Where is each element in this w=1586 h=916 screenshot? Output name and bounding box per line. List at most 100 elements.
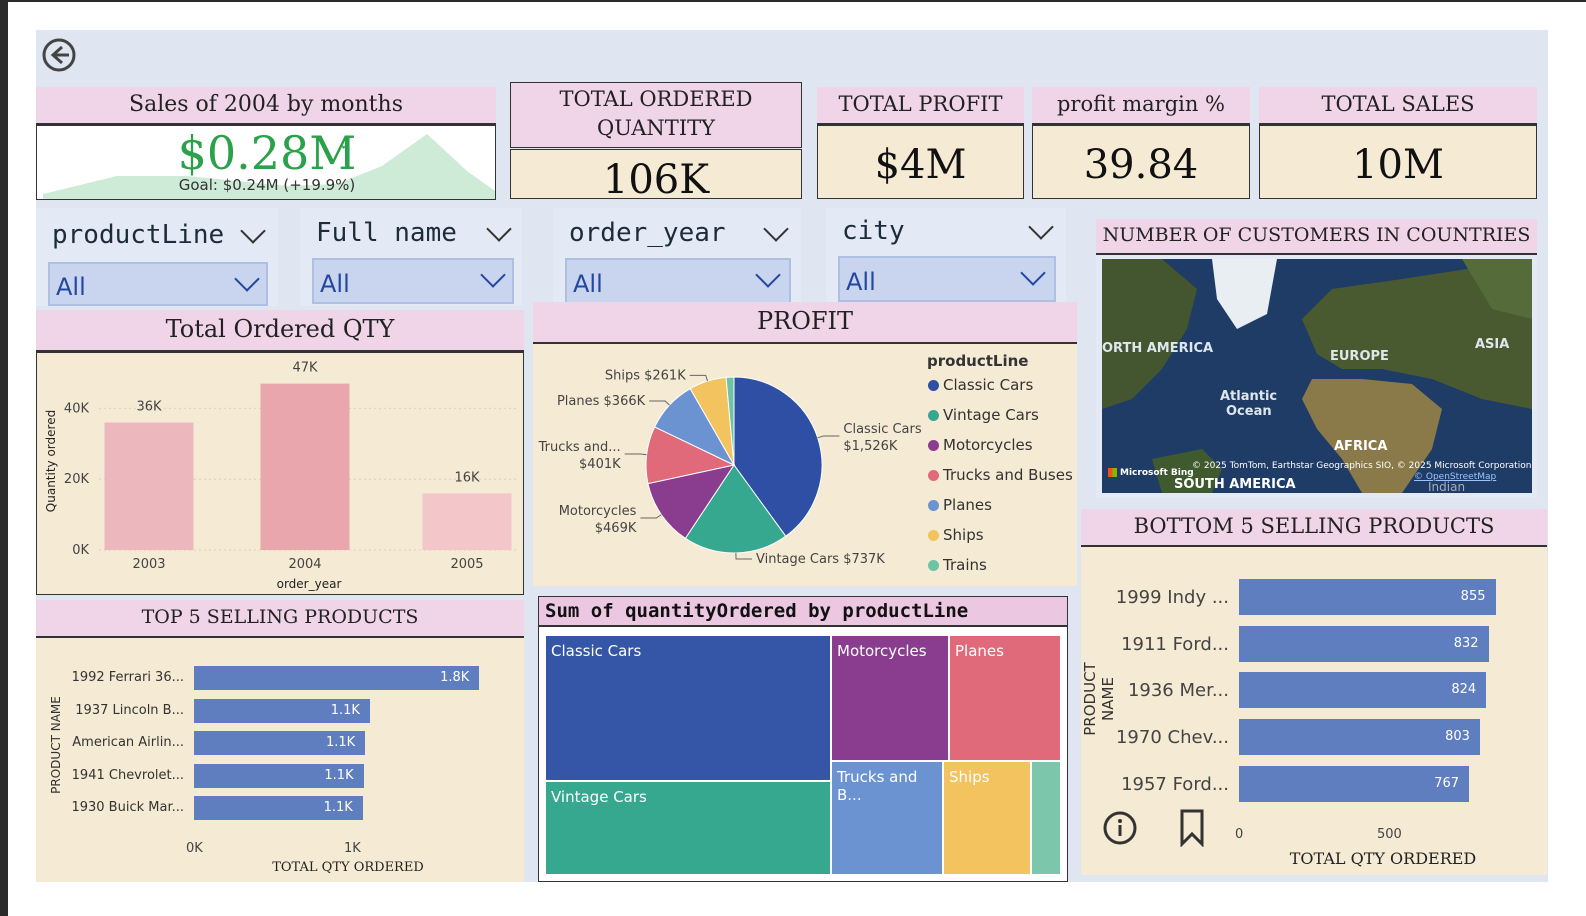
qty-xtick: 2005 bbox=[450, 557, 483, 572]
bottom5-tick-0: 0 bbox=[1235, 827, 1244, 842]
checkmark-icon: ✓ bbox=[340, 138, 352, 154]
map-osm-link[interactable]: © OpenStreetMap bbox=[1414, 472, 1496, 482]
slicer-orderyear-dropdown[interactable]: All bbox=[565, 258, 791, 304]
treemap-cell-trains[interactable] bbox=[1031, 761, 1061, 875]
slicer-fullname-title: Full name bbox=[316, 218, 457, 248]
pie-leader-line bbox=[689, 374, 709, 382]
treemap-cell-trucks[interactable]: Trucks and B... bbox=[831, 761, 943, 875]
product-bar[interactable]: 1.8K bbox=[194, 666, 480, 690]
profit-legend-item[interactable]: Trains bbox=[928, 556, 1073, 586]
slicer-city: city All bbox=[826, 208, 1066, 302]
profit-legend-item[interactable]: Trucks and Buses bbox=[928, 466, 1073, 496]
slicer-productline-dropdown[interactable]: All bbox=[48, 262, 268, 306]
profit-legend-item[interactable]: Ships bbox=[928, 526, 1073, 556]
pie-data-label: Motorcycles $469K bbox=[559, 504, 637, 536]
kpi-total-ordered-quantity-value: 106K bbox=[510, 149, 802, 199]
chevron-down-icon bbox=[755, 262, 781, 288]
top5-tick-0: 0K bbox=[186, 841, 203, 856]
treemap-cell-planes[interactable]: Planes bbox=[949, 635, 1061, 761]
product-bar[interactable]: 803 bbox=[1239, 719, 1480, 756]
treemap: Classic Cars Motorcycles Planes Vintage … bbox=[545, 635, 1061, 875]
product-label: 1941 Chevrolet... bbox=[71, 767, 184, 783]
qty-bar[interactable] bbox=[260, 383, 350, 550]
top5-tick-1: 1K bbox=[344, 841, 361, 856]
qty-chart-panel: 0K 20K 40K 36K 2003 47K 2004 16K 2005 order_year Q… bbox=[36, 352, 524, 595]
product-bar[interactable]: 767 bbox=[1239, 765, 1470, 802]
qty-data-label: 36K bbox=[136, 400, 162, 415]
info-circle-icon[interactable] bbox=[1103, 811, 1137, 845]
product-label: American Airlin... bbox=[72, 735, 184, 750]
profit-legend-item[interactable]: Planes bbox=[928, 496, 1073, 526]
treemap-title: Sum of quantityOrdered by productLine bbox=[539, 597, 1067, 627]
pie-data-label: Trucks and... $401K bbox=[538, 440, 622, 472]
top5-bars: 1992 Ferrari 36... 1.8K 1937 Lincoln B... 1… bbox=[36, 638, 524, 838]
treemap-cell-vintage-cars[interactable]: Vintage Cars bbox=[545, 781, 831, 875]
map-view[interactable]: ORTH AMERICA EUROPE ASIA Atlantic Ocean … bbox=[1102, 259, 1532, 493]
product-label: 1970 Chev... bbox=[1115, 727, 1229, 749]
map-title: NUMBER OF CUSTOMERS IN COUNTRIES bbox=[1096, 219, 1537, 255]
chevron-down-icon[interactable] bbox=[1028, 214, 1054, 240]
chevron-down-icon bbox=[234, 266, 260, 292]
product-label: 1936 Mer... bbox=[1127, 680, 1229, 702]
map-copyright: © 2025 TomTom, Earthstar Geographics SIO… bbox=[1192, 461, 1532, 471]
kpi-total-sales-title: TOTAL SALES bbox=[1259, 87, 1537, 125]
profit-legend: Classic Cars Vintage Cars Motorcycles Truck… bbox=[928, 376, 1073, 586]
pie-leader-line bbox=[640, 514, 662, 519]
chevron-down-icon bbox=[1020, 260, 1046, 286]
profit-chart-title: PROFIT bbox=[533, 302, 1077, 344]
profit-legend-item[interactable]: Classic Cars bbox=[928, 376, 1073, 406]
map-label-africa: AFRICA bbox=[1334, 439, 1388, 454]
sales-card-value: $0.28M bbox=[177, 126, 357, 180]
qty-bar[interactable] bbox=[104, 422, 194, 550]
bookmark-icon[interactable] bbox=[1179, 809, 1205, 848]
product-bar[interactable]: 832 bbox=[1239, 625, 1489, 662]
product-label: 1911 Ford... bbox=[1121, 633, 1229, 655]
product-bar[interactable]: 1.1K bbox=[194, 698, 370, 723]
bottom5-tick-1: 500 bbox=[1377, 827, 1402, 842]
map-terrain bbox=[1102, 259, 1532, 493]
qty-data-label: 47K bbox=[292, 361, 318, 376]
kpi-total-profit-value: $4M bbox=[817, 125, 1024, 199]
product-label: 1999 Indy ... bbox=[1115, 587, 1229, 608]
profit-chart-panel: Classic Cars $1,526K Vintage Cars $737K Mot… bbox=[533, 344, 1077, 586]
pie-leader-line bbox=[624, 453, 647, 456]
slicer-fullname-dropdown[interactable]: All bbox=[312, 258, 514, 304]
kpi-total-ordered-quantity-title: TOTAL ORDERED QUANTITY bbox=[510, 82, 802, 148]
legend-swatch bbox=[928, 410, 939, 421]
product-bar[interactable]: 855 bbox=[1239, 579, 1496, 615]
product-bar[interactable]: 1.1K bbox=[194, 763, 364, 788]
map-label-europe: EUROPE bbox=[1330, 349, 1389, 364]
legend-label: Classic Cars bbox=[943, 376, 1034, 394]
kpi-total-sales-value: 10M bbox=[1259, 125, 1537, 199]
slicer-orderyear-value: All bbox=[573, 270, 603, 298]
map-bing-label: Microsoft Bing bbox=[1120, 468, 1194, 478]
chevron-down-icon[interactable] bbox=[763, 216, 789, 242]
bottom5-title: BOTTOM 5 SELLING PRODUCTS bbox=[1081, 509, 1547, 547]
qty-chart-title: Total Ordered QTY bbox=[36, 310, 524, 352]
legend-label: Planes bbox=[943, 496, 992, 514]
product-bar[interactable]: 1.1K bbox=[194, 731, 366, 755]
profit-legend-item[interactable]: Vintage Cars bbox=[928, 406, 1073, 436]
chevron-down-icon bbox=[480, 262, 506, 288]
qty-bar[interactable] bbox=[422, 493, 512, 550]
slicer-fullname-value: All bbox=[320, 270, 350, 298]
slicer-city-dropdown[interactable]: All bbox=[838, 256, 1056, 302]
profit-legend-item[interactable]: Motorcycles bbox=[928, 436, 1073, 466]
treemap-cell-motorcycles[interactable]: Motorcycles bbox=[831, 635, 949, 761]
top5-title: TOP 5 SELLING PRODUCTS bbox=[36, 600, 524, 638]
qty-ytick: 20K bbox=[64, 472, 90, 487]
treemap-cell-ships[interactable]: Ships bbox=[943, 761, 1031, 875]
chevron-down-icon[interactable] bbox=[486, 216, 512, 242]
sales-card-title: Sales of 2004 by months bbox=[36, 87, 496, 125]
profit-legend-title: productLine bbox=[927, 352, 1029, 370]
microsoft-logo-icon bbox=[1108, 468, 1117, 477]
slicer-fullname: Full name All bbox=[300, 208, 522, 306]
qty-ylabel: Quantity ordered bbox=[44, 410, 58, 512]
product-bar[interactable]: 1.1K bbox=[194, 796, 363, 820]
legend-label: Motorcycles bbox=[943, 436, 1033, 454]
treemap-cell-classic-cars[interactable]: Classic Cars bbox=[545, 635, 831, 781]
back-arrow-circle-icon[interactable] bbox=[42, 38, 76, 72]
pie-data-label: Planes $366K bbox=[557, 394, 646, 409]
chevron-down-icon[interactable] bbox=[240, 218, 266, 244]
product-bar[interactable]: 824 bbox=[1239, 672, 1487, 709]
